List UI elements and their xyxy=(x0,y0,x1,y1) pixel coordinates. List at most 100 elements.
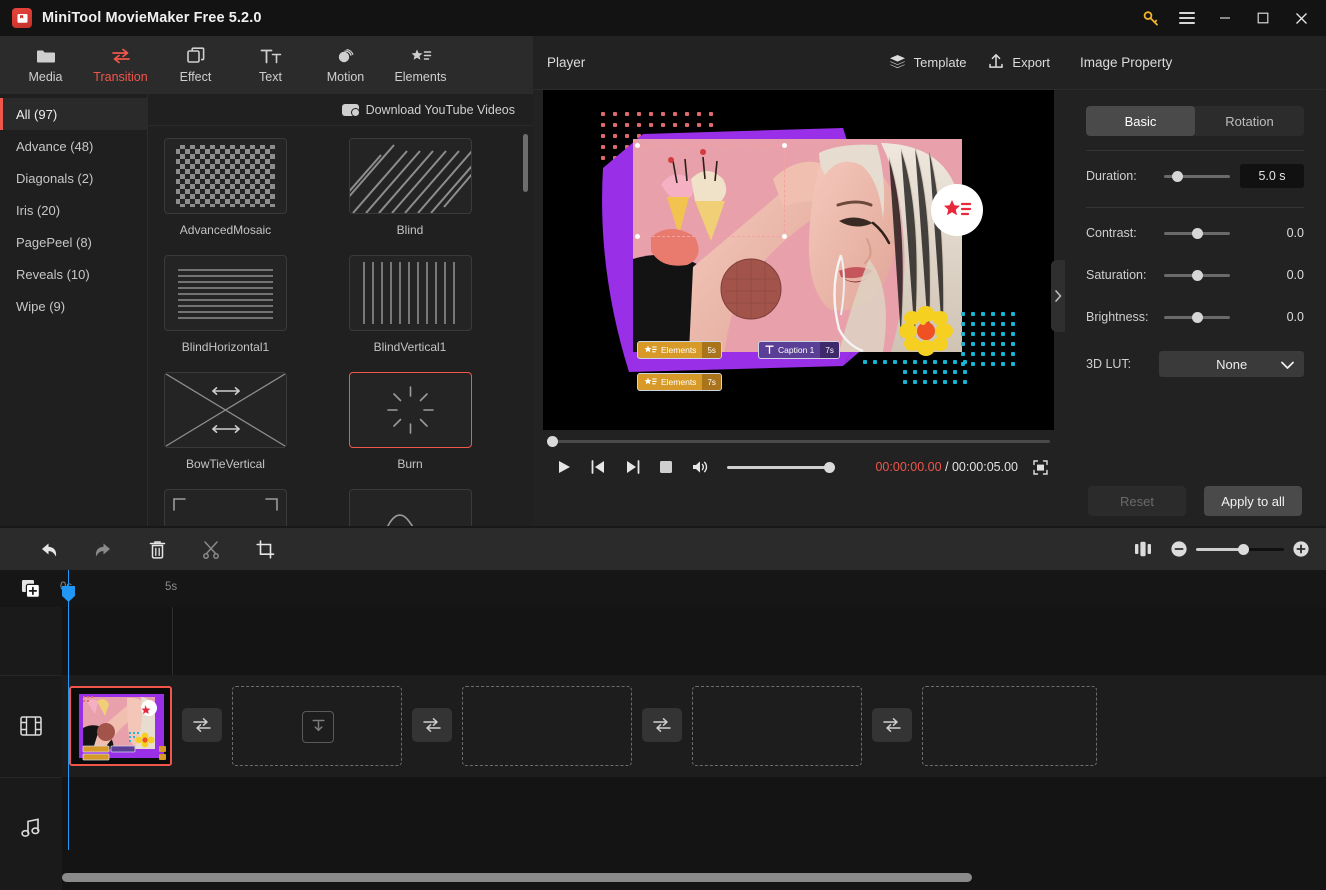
category-item-pagepeel[interactable]: PagePeel (8) xyxy=(0,226,147,258)
timeline-horizontal-scrollbar[interactable] xyxy=(62,873,1318,882)
overlay-track-row[interactable] xyxy=(62,607,1326,675)
ribbon-tab-elements[interactable]: Elements xyxy=(383,36,458,94)
category-item-diagonals[interactable]: Diagonals (2) xyxy=(0,162,147,194)
tab-basic[interactable]: Basic xyxy=(1086,106,1195,136)
undo-button[interactable] xyxy=(22,528,76,570)
transition-slot-1[interactable] xyxy=(182,708,222,742)
timeline-scrollbar-thumb[interactable] xyxy=(62,873,972,882)
library-scrollbar-thumb[interactable] xyxy=(523,134,528,192)
contrast-slider-handle[interactable] xyxy=(1192,227,1203,239)
transition-tile-advancedmosaic[interactable]: AdvancedMosaic xyxy=(164,138,287,255)
playhead[interactable] xyxy=(68,607,69,850)
seek-handle[interactable] xyxy=(547,436,558,447)
download-youtube-videos-button[interactable]: Download YouTube Videos xyxy=(341,102,515,117)
empty-media-slot-3[interactable] xyxy=(692,686,862,766)
duration-slider[interactable] xyxy=(1164,170,1230,182)
previous-frame-button[interactable] xyxy=(581,453,615,481)
preview-canvas[interactable]: Elements 5s Caption 1 7s Elements 7s xyxy=(543,90,1054,430)
library-scrollbar[interactable] xyxy=(523,134,528,514)
overlay-tag-elements-2[interactable]: Elements 7s xyxy=(637,373,722,391)
category-item-all[interactable]: All (97) xyxy=(0,98,147,130)
transition-tile-blindhorizontal1[interactable]: BlindHorizontal1 xyxy=(164,255,287,372)
duration-slider-handle[interactable] xyxy=(1172,170,1183,182)
transition-tile-7[interactable] xyxy=(164,489,287,526)
transition-thumbnail xyxy=(164,138,287,214)
transition-tile-blindvertical1[interactable]: BlindVertical1 xyxy=(348,255,472,372)
minimize-button[interactable] xyxy=(1206,1,1244,35)
transition-tile-bowtievertical[interactable]: BowTieVertical xyxy=(164,372,287,489)
ribbon-tab-media[interactable]: Media xyxy=(8,36,83,94)
audio-track-row[interactable] xyxy=(62,777,1326,887)
apply-to-all-button[interactable]: Apply to all xyxy=(1204,486,1302,516)
delete-button[interactable] xyxy=(130,528,184,570)
stop-button[interactable] xyxy=(649,453,683,481)
property-row-contrast: Contrast: 0.0 xyxy=(1064,216,1326,250)
hamburger-menu-icon[interactable] xyxy=(1168,1,1206,35)
element-selection-box[interactable] xyxy=(635,143,787,239)
key-icon[interactable] xyxy=(1134,1,1168,35)
brightness-slider-handle[interactable] xyxy=(1192,311,1203,323)
maximize-button[interactable] xyxy=(1244,1,1282,35)
property-row-brightness: Brightness: 0.0 xyxy=(1064,300,1326,334)
reset-button[interactable]: Reset xyxy=(1088,486,1186,516)
redo-button[interactable] xyxy=(76,528,130,570)
export-button[interactable]: Export xyxy=(988,53,1050,72)
download-label: Download YouTube Videos xyxy=(365,102,515,117)
zoom-in-button[interactable] xyxy=(1290,538,1312,560)
video-clip-selected[interactable] xyxy=(69,686,172,766)
category-item-wipe[interactable]: Wipe (9) xyxy=(0,290,147,322)
zoom-slider-handle[interactable] xyxy=(1238,543,1249,555)
video-track-row[interactable] xyxy=(62,675,1326,777)
transition-tile-8[interactable] xyxy=(348,489,472,526)
saturation-slider[interactable] xyxy=(1164,269,1230,281)
ribbon-tab-label: Motion xyxy=(326,70,365,84)
track-area[interactable] xyxy=(62,607,1326,890)
title-bar: MiniTool MovieMaker Free 5.2.0 xyxy=(0,0,1326,36)
saturation-slider-handle[interactable] xyxy=(1192,269,1203,281)
fullscreen-button[interactable] xyxy=(1030,457,1050,477)
add-media-button[interactable] xyxy=(0,570,62,607)
crop-button[interactable] xyxy=(238,528,292,570)
zoom-out-button[interactable] xyxy=(1168,538,1190,560)
transition-slot-2[interactable] xyxy=(412,708,452,742)
brightness-slider[interactable] xyxy=(1164,311,1230,323)
split-button[interactable] xyxy=(184,528,238,570)
duration-value[interactable]: 5.0 s xyxy=(1240,164,1304,188)
ribbon-tab-effect[interactable]: Effect xyxy=(158,36,233,94)
panel-collapse-handle[interactable] xyxy=(1051,260,1065,332)
empty-media-slot-2[interactable] xyxy=(462,686,632,766)
category-item-iris[interactable]: Iris (20) xyxy=(0,194,147,226)
overlay-tag-caption-1[interactable]: Caption 1 7s xyxy=(758,341,840,359)
next-frame-button[interactable] xyxy=(615,453,649,481)
transition-slot-4[interactable] xyxy=(872,708,912,742)
empty-media-slot-4[interactable] xyxy=(922,686,1097,766)
lut-dropdown[interactable]: None xyxy=(1159,351,1304,377)
playhead-ruler-segment[interactable] xyxy=(62,570,75,607)
category-item-advance[interactable]: Advance (48) xyxy=(0,130,147,162)
ribbon-tab-motion[interactable]: Motion xyxy=(308,36,383,94)
fit-to-window-icon[interactable] xyxy=(1132,538,1154,560)
timeline-ruler[interactable]: 0s 5s xyxy=(0,570,1326,607)
zoom-slider[interactable] xyxy=(1196,543,1284,555)
volume-slider[interactable] xyxy=(727,461,835,473)
transition-thumbnail xyxy=(164,372,287,448)
empty-media-slot-1[interactable] xyxy=(232,686,402,766)
play-button[interactable] xyxy=(547,453,581,481)
template-button[interactable]: Template xyxy=(889,54,966,72)
category-item-reveals[interactable]: Reveals (10) xyxy=(0,258,147,290)
contrast-slider[interactable] xyxy=(1164,227,1230,239)
ribbon-tab-transition[interactable]: Transition xyxy=(83,36,158,94)
overlay-tag-elements-1[interactable]: Elements 5s xyxy=(637,341,722,359)
close-button[interactable] xyxy=(1282,1,1320,35)
transition-tile-blind[interactable]: Blind xyxy=(348,138,472,255)
tab-rotation[interactable]: Rotation xyxy=(1195,106,1304,136)
transition-tile-burn[interactable]: Burn xyxy=(348,372,472,489)
volume-button[interactable] xyxy=(683,453,717,481)
player-header: Player Template Export xyxy=(533,36,1064,90)
volume-slider-handle[interactable] xyxy=(824,461,835,473)
player-seek-row xyxy=(533,430,1064,447)
import-media-icon[interactable] xyxy=(302,711,334,743)
transition-slot-3[interactable] xyxy=(642,708,682,742)
seek-bar[interactable] xyxy=(547,436,1050,447)
ribbon-tab-text[interactable]: Text xyxy=(233,36,308,94)
